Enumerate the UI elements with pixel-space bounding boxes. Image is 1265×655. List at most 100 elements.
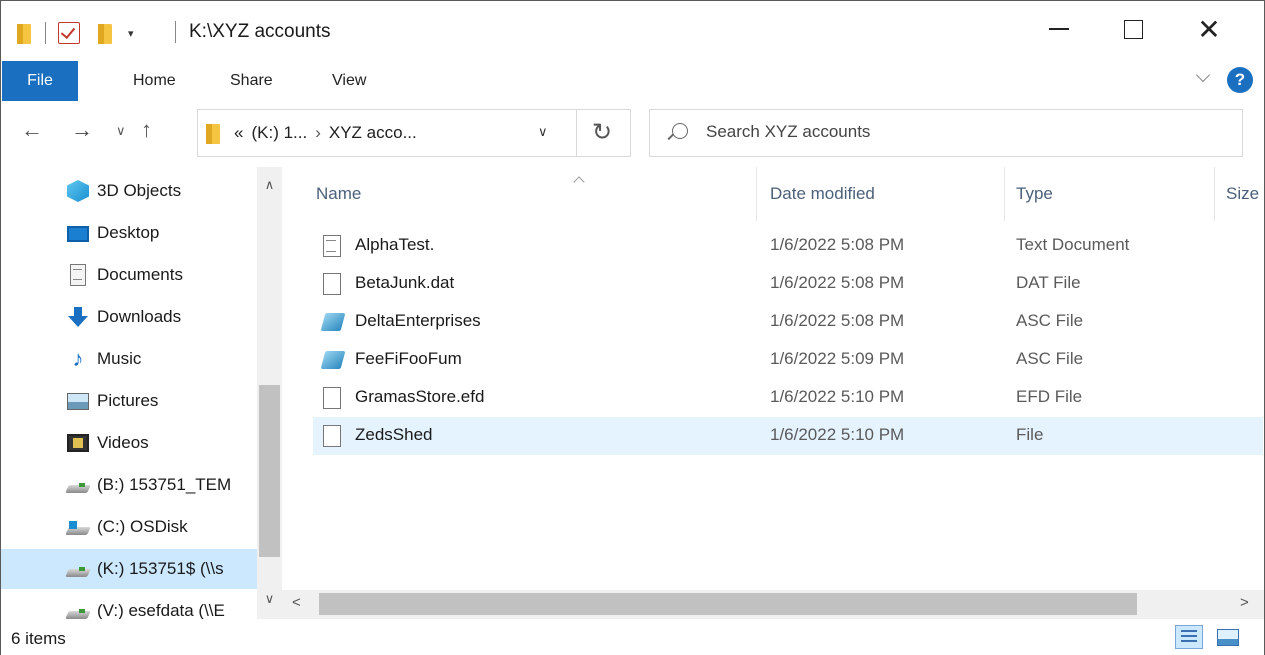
column-divider[interactable]	[756, 167, 757, 221]
sidebar-item-label: Videos	[97, 433, 149, 452]
file-date-modified: 1/6/2022 5:08 PM	[770, 311, 905, 330]
maximize-button[interactable]	[1103, 9, 1163, 49]
blank-file-icon	[323, 273, 341, 295]
scroll-up-chevron-icon[interactable]: ∧	[257, 177, 282, 193]
sidebar-item-label: Documents	[97, 265, 183, 284]
divider	[45, 22, 46, 44]
file-name: BetaJunk.dat	[355, 273, 455, 292]
file-explorer-window: ▾ K:\XYZ accounts ✕ File Home Share View…	[0, 0, 1265, 655]
music-icon: ♪	[72, 346, 84, 371]
table-row[interactable]: DeltaEnterprises 1/6/2022 5:08 PM ASC Fi…	[313, 303, 1263, 341]
folder-icon	[15, 20, 33, 46]
column-header-size[interactable]: Size	[1226, 167, 1259, 221]
breadcrumb-separator[interactable]: ›	[315, 123, 321, 143]
sidebar-item-label: (V:) esefdata (\\E	[97, 601, 225, 619]
blank-file-icon	[323, 425, 341, 447]
sidebar-item-c-drive[interactable]: (C:) OSDisk	[1, 507, 257, 547]
file-name: AlphaTest.	[355, 235, 435, 254]
column-divider[interactable]	[1214, 167, 1215, 221]
refresh-button[interactable]: ↻	[592, 118, 612, 147]
table-row[interactable]: ZedsShed 1/6/2022 5:10 PM File	[313, 417, 1263, 455]
sidebar-item-documents[interactable]: Documents	[1, 255, 257, 295]
maximize-icon	[1123, 19, 1143, 39]
asc-file-icon	[320, 313, 346, 331]
search-box[interactable]	[649, 109, 1243, 157]
sidebar-item-label: Desktop	[97, 223, 160, 242]
scroll-right-chevron-icon[interactable]: >	[1240, 594, 1249, 611]
sort-ascending-icon	[574, 175, 584, 185]
sidebar-item-music[interactable]: ♪ Music	[1, 339, 257, 379]
divider	[576, 110, 577, 156]
sidebar-item-pictures[interactable]: Pictures	[1, 381, 257, 421]
sidebar-item-label: Pictures	[97, 391, 159, 410]
sidebar-item-downloads[interactable]: Downloads	[1, 297, 257, 337]
column-header-type[interactable]: Type	[1016, 167, 1053, 221]
file-list-horizontal-scrollbar[interactable]: < >	[282, 590, 1264, 619]
details-view-icon[interactable]	[1175, 625, 1203, 649]
properties-icon[interactable]	[58, 22, 80, 44]
file-date-modified: 1/6/2022 5:10 PM	[770, 425, 905, 444]
tab-file[interactable]: File	[2, 61, 78, 101]
scrollbar-thumb[interactable]	[319, 593, 1137, 615]
column-header-date-modified[interactable]: Date modified	[770, 167, 875, 221]
title-bar: ▾ K:\XYZ accounts ✕	[1, 1, 1264, 61]
search-input[interactable]	[706, 122, 1206, 142]
customize-toolbar-chevron-down-icon[interactable]: ▾	[128, 27, 134, 40]
expand-ribbon-chevron-down-icon[interactable]	[1195, 69, 1211, 85]
back-button[interactable]: ←	[21, 117, 43, 143]
close-button[interactable]: ✕	[1179, 9, 1239, 49]
sidebar-item-label: (K:) 153751$ (\\s	[97, 559, 224, 578]
asc-file-icon	[320, 351, 346, 369]
scroll-left-chevron-icon[interactable]: <	[292, 594, 301, 611]
tab-share[interactable]: Share	[230, 61, 273, 101]
new-folder-icon[interactable]	[96, 20, 114, 46]
file-date-modified: 1/6/2022 5:08 PM	[770, 273, 905, 292]
tab-home[interactable]: Home	[133, 61, 176, 101]
table-row[interactable]: FeeFiFooFum 1/6/2022 5:09 PM ASC File	[313, 341, 1263, 379]
search-icon	[672, 123, 688, 139]
navigation-pane-scrollbar[interactable]: ∧ ∨	[257, 167, 282, 619]
column-header-name[interactable]: Name	[316, 167, 361, 221]
help-button[interactable]: ?	[1227, 67, 1253, 93]
recent-locations-chevron-down-icon[interactable]: ∨	[116, 123, 126, 139]
breadcrumb-item-k-drive[interactable]: (K:) 1...	[251, 123, 307, 143]
network-drive-icon	[67, 609, 89, 619]
scrollbar-thumb[interactable]	[259, 385, 280, 557]
breadcrumb-overflow[interactable]: «	[234, 123, 243, 143]
text-file-icon	[323, 235, 341, 257]
up-button[interactable]: ↑	[141, 117, 152, 143]
divider	[175, 21, 176, 43]
window-title: K:\XYZ accounts	[189, 21, 331, 42]
scroll-down-chevron-icon[interactable]: ∨	[257, 591, 282, 607]
address-history-chevron-down-icon[interactable]: ∨	[538, 124, 548, 140]
sidebar-item-b-drive[interactable]: (B:) 153751_TEM	[1, 465, 257, 505]
network-drive-icon	[67, 567, 89, 579]
table-row[interactable]: AlphaTest. 1/6/2022 5:08 PM Text Documen…	[313, 227, 1263, 265]
sidebar-item-3d-objects[interactable]: 3D Objects	[1, 171, 257, 211]
file-list: Name Date modified Type Size AlphaTest. …	[282, 167, 1264, 590]
file-name: ZedsShed	[355, 425, 433, 444]
breadcrumb-item-xyz-accounts[interactable]: XYZ acco...	[329, 123, 417, 143]
ribbon-tabs: File Home Share View ?	[1, 61, 1264, 101]
minimize-icon	[1049, 28, 1069, 30]
sidebar-item-videos[interactable]: Videos	[1, 423, 257, 463]
sidebar-item-v-drive[interactable]: (V:) esefdata (\\E	[1, 591, 257, 619]
sidebar-item-k-drive[interactable]: (K:) 153751$ (\\s	[1, 549, 257, 589]
forward-button[interactable]: →	[71, 117, 93, 143]
3d-objects-icon	[67, 180, 89, 202]
large-icons-view-icon[interactable]	[1213, 625, 1241, 649]
table-row[interactable]: GramasStore.efd 1/6/2022 5:10 PM EFD Fil…	[313, 379, 1263, 417]
tab-view[interactable]: View	[332, 61, 366, 101]
pictures-icon	[67, 392, 89, 410]
column-divider[interactable]	[1004, 167, 1005, 221]
address-bar[interactable]: « (K:) 1... › XYZ acco... ∨ ↻	[197, 109, 631, 157]
table-row[interactable]: BetaJunk.dat 1/6/2022 5:08 PM DAT File	[313, 265, 1263, 303]
sidebar-item-desktop[interactable]: Desktop	[1, 213, 257, 253]
file-name: FeeFiFooFum	[355, 349, 462, 368]
navigation-pane: 3D Objects Desktop Documents Downloads ♪…	[1, 167, 282, 619]
file-name: DeltaEnterprises	[355, 311, 481, 330]
minimize-button[interactable]	[1029, 9, 1089, 49]
documents-icon	[70, 264, 86, 286]
item-count: 6 items	[11, 629, 66, 648]
file-type: EFD File	[1016, 387, 1083, 406]
